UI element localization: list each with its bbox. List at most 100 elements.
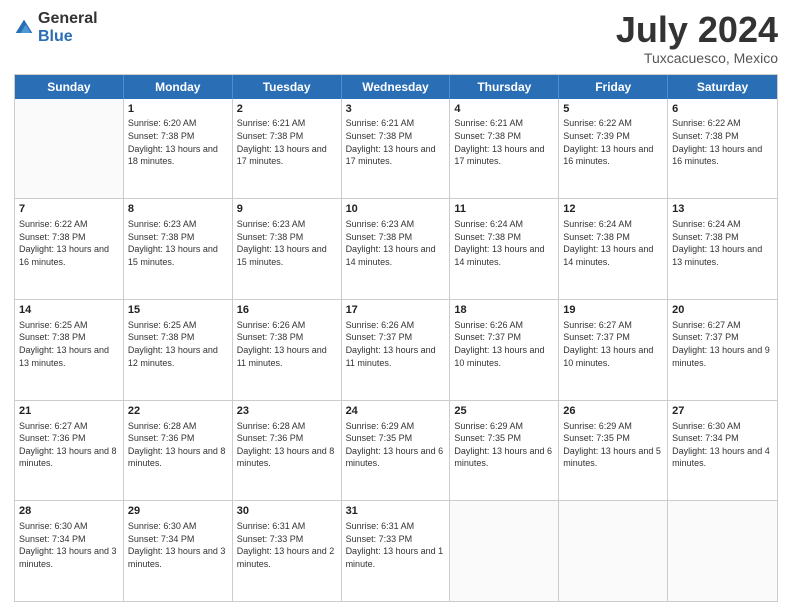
day-number: 24 — [346, 404, 446, 419]
cal-cell-w2-d1: 15Sunrise: 6:25 AMSunset: 7:38 PMDayligh… — [124, 300, 233, 400]
day-number: 18 — [454, 303, 554, 318]
sun-info: Sunrise: 6:25 AMSunset: 7:38 PMDaylight:… — [19, 319, 119, 369]
day-number: 4 — [454, 102, 554, 117]
logo-blue-text: Blue — [38, 28, 98, 46]
day-number: 2 — [237, 102, 337, 117]
day-number: 26 — [563, 404, 663, 419]
day-number: 11 — [454, 202, 554, 217]
subtitle: Tuxcacuesco, Mexico — [616, 50, 778, 66]
sun-info: Sunrise: 6:20 AMSunset: 7:38 PMDaylight:… — [128, 117, 228, 167]
sun-info: Sunrise: 6:24 AMSunset: 7:38 PMDaylight:… — [563, 218, 663, 268]
cal-cell-w0-d4: 4Sunrise: 6:21 AMSunset: 7:38 PMDaylight… — [450, 99, 559, 199]
sun-info: Sunrise: 6:22 AMSunset: 7:38 PMDaylight:… — [19, 218, 119, 268]
cal-cell-w4-d2: 30Sunrise: 6:31 AMSunset: 7:33 PMDayligh… — [233, 501, 342, 601]
day-number: 27 — [672, 404, 773, 419]
calendar: Sunday Monday Tuesday Wednesday Thursday… — [14, 74, 778, 602]
cal-cell-w0-d0 — [15, 99, 124, 199]
cal-cell-w3-d6: 27Sunrise: 6:30 AMSunset: 7:34 PMDayligh… — [668, 401, 777, 501]
sun-info: Sunrise: 6:26 AMSunset: 7:38 PMDaylight:… — [237, 319, 337, 369]
sun-info: Sunrise: 6:22 AMSunset: 7:38 PMDaylight:… — [672, 117, 773, 167]
header-thursday: Thursday — [450, 75, 559, 99]
cal-cell-w0-d3: 3Sunrise: 6:21 AMSunset: 7:38 PMDaylight… — [342, 99, 451, 199]
header-tuesday: Tuesday — [233, 75, 342, 99]
sun-info: Sunrise: 6:21 AMSunset: 7:38 PMDaylight:… — [237, 117, 337, 167]
logo-icon — [14, 18, 34, 38]
calendar-row-1: 7Sunrise: 6:22 AMSunset: 7:38 PMDaylight… — [15, 199, 777, 300]
sun-info: Sunrise: 6:24 AMSunset: 7:38 PMDaylight:… — [672, 218, 773, 268]
day-number: 25 — [454, 404, 554, 419]
cal-cell-w1-d6: 13Sunrise: 6:24 AMSunset: 7:38 PMDayligh… — [668, 199, 777, 299]
cal-cell-w1-d3: 10Sunrise: 6:23 AMSunset: 7:38 PMDayligh… — [342, 199, 451, 299]
header-monday: Monday — [124, 75, 233, 99]
sun-info: Sunrise: 6:31 AMSunset: 7:33 PMDaylight:… — [237, 520, 337, 570]
sun-info: Sunrise: 6:23 AMSunset: 7:38 PMDaylight:… — [128, 218, 228, 268]
cal-cell-w3-d0: 21Sunrise: 6:27 AMSunset: 7:36 PMDayligh… — [15, 401, 124, 501]
day-number: 9 — [237, 202, 337, 217]
cal-cell-w1-d1: 8Sunrise: 6:23 AMSunset: 7:38 PMDaylight… — [124, 199, 233, 299]
sun-info: Sunrise: 6:21 AMSunset: 7:38 PMDaylight:… — [454, 117, 554, 167]
cal-cell-w4-d6 — [668, 501, 777, 601]
cal-cell-w2-d2: 16Sunrise: 6:26 AMSunset: 7:38 PMDayligh… — [233, 300, 342, 400]
sun-info: Sunrise: 6:29 AMSunset: 7:35 PMDaylight:… — [454, 420, 554, 470]
cal-cell-w1-d5: 12Sunrise: 6:24 AMSunset: 7:38 PMDayligh… — [559, 199, 668, 299]
sun-info: Sunrise: 6:24 AMSunset: 7:38 PMDaylight:… — [454, 218, 554, 268]
day-number: 13 — [672, 202, 773, 217]
header-friday: Friday — [559, 75, 668, 99]
sun-info: Sunrise: 6:23 AMSunset: 7:38 PMDaylight:… — [237, 218, 337, 268]
cal-cell-w3-d3: 24Sunrise: 6:29 AMSunset: 7:35 PMDayligh… — [342, 401, 451, 501]
sun-info: Sunrise: 6:29 AMSunset: 7:35 PMDaylight:… — [346, 420, 446, 470]
sun-info: Sunrise: 6:25 AMSunset: 7:38 PMDaylight:… — [128, 319, 228, 369]
cal-cell-w3-d4: 25Sunrise: 6:29 AMSunset: 7:35 PMDayligh… — [450, 401, 559, 501]
sun-info: Sunrise: 6:27 AMSunset: 7:37 PMDaylight:… — [563, 319, 663, 369]
day-number: 31 — [346, 504, 446, 519]
calendar-row-3: 21Sunrise: 6:27 AMSunset: 7:36 PMDayligh… — [15, 401, 777, 502]
header-wednesday: Wednesday — [342, 75, 451, 99]
day-number: 23 — [237, 404, 337, 419]
cal-cell-w2-d4: 18Sunrise: 6:26 AMSunset: 7:37 PMDayligh… — [450, 300, 559, 400]
calendar-row-0: 1Sunrise: 6:20 AMSunset: 7:38 PMDaylight… — [15, 99, 777, 200]
main-title: July 2024 — [616, 10, 778, 50]
day-number: 1 — [128, 102, 228, 117]
page: General Blue July 2024 Tuxcacuesco, Mexi… — [0, 0, 792, 612]
day-number: 17 — [346, 303, 446, 318]
sun-info: Sunrise: 6:26 AMSunset: 7:37 PMDaylight:… — [454, 319, 554, 369]
cal-cell-w0-d6: 6Sunrise: 6:22 AMSunset: 7:38 PMDaylight… — [668, 99, 777, 199]
sun-info: Sunrise: 6:30 AMSunset: 7:34 PMDaylight:… — [672, 420, 773, 470]
cal-cell-w4-d1: 29Sunrise: 6:30 AMSunset: 7:34 PMDayligh… — [124, 501, 233, 601]
sun-info: Sunrise: 6:28 AMSunset: 7:36 PMDaylight:… — [237, 420, 337, 470]
sun-info: Sunrise: 6:27 AMSunset: 7:36 PMDaylight:… — [19, 420, 119, 470]
day-number: 29 — [128, 504, 228, 519]
day-number: 15 — [128, 303, 228, 318]
day-number: 10 — [346, 202, 446, 217]
cal-cell-w1-d4: 11Sunrise: 6:24 AMSunset: 7:38 PMDayligh… — [450, 199, 559, 299]
sun-info: Sunrise: 6:27 AMSunset: 7:37 PMDaylight:… — [672, 319, 773, 369]
cal-cell-w4-d0: 28Sunrise: 6:30 AMSunset: 7:34 PMDayligh… — [15, 501, 124, 601]
header: General Blue July 2024 Tuxcacuesco, Mexi… — [14, 10, 778, 66]
sun-info: Sunrise: 6:30 AMSunset: 7:34 PMDaylight:… — [19, 520, 119, 570]
cal-cell-w2-d5: 19Sunrise: 6:27 AMSunset: 7:37 PMDayligh… — [559, 300, 668, 400]
sun-info: Sunrise: 6:21 AMSunset: 7:38 PMDaylight:… — [346, 117, 446, 167]
cal-cell-w3-d2: 23Sunrise: 6:28 AMSunset: 7:36 PMDayligh… — [233, 401, 342, 501]
logo-text: General Blue — [38, 10, 98, 45]
day-number: 3 — [346, 102, 446, 117]
calendar-row-4: 28Sunrise: 6:30 AMSunset: 7:34 PMDayligh… — [15, 501, 777, 601]
title-block: July 2024 Tuxcacuesco, Mexico — [616, 10, 778, 66]
day-number: 7 — [19, 202, 119, 217]
sun-info: Sunrise: 6:31 AMSunset: 7:33 PMDaylight:… — [346, 520, 446, 570]
calendar-body: 1Sunrise: 6:20 AMSunset: 7:38 PMDaylight… — [15, 99, 777, 601]
day-number: 30 — [237, 504, 337, 519]
cal-cell-w3-d5: 26Sunrise: 6:29 AMSunset: 7:35 PMDayligh… — [559, 401, 668, 501]
day-number: 6 — [672, 102, 773, 117]
cal-cell-w0-d1: 1Sunrise: 6:20 AMSunset: 7:38 PMDaylight… — [124, 99, 233, 199]
day-number: 12 — [563, 202, 663, 217]
cal-cell-w1-d2: 9Sunrise: 6:23 AMSunset: 7:38 PMDaylight… — [233, 199, 342, 299]
cal-cell-w2-d0: 14Sunrise: 6:25 AMSunset: 7:38 PMDayligh… — [15, 300, 124, 400]
day-number: 8 — [128, 202, 228, 217]
cal-cell-w0-d2: 2Sunrise: 6:21 AMSunset: 7:38 PMDaylight… — [233, 99, 342, 199]
cal-cell-w3-d1: 22Sunrise: 6:28 AMSunset: 7:36 PMDayligh… — [124, 401, 233, 501]
cal-cell-w4-d4 — [450, 501, 559, 601]
sun-info: Sunrise: 6:30 AMSunset: 7:34 PMDaylight:… — [128, 520, 228, 570]
cal-cell-w1-d0: 7Sunrise: 6:22 AMSunset: 7:38 PMDaylight… — [15, 199, 124, 299]
sun-info: Sunrise: 6:28 AMSunset: 7:36 PMDaylight:… — [128, 420, 228, 470]
sun-info: Sunrise: 6:23 AMSunset: 7:38 PMDaylight:… — [346, 218, 446, 268]
